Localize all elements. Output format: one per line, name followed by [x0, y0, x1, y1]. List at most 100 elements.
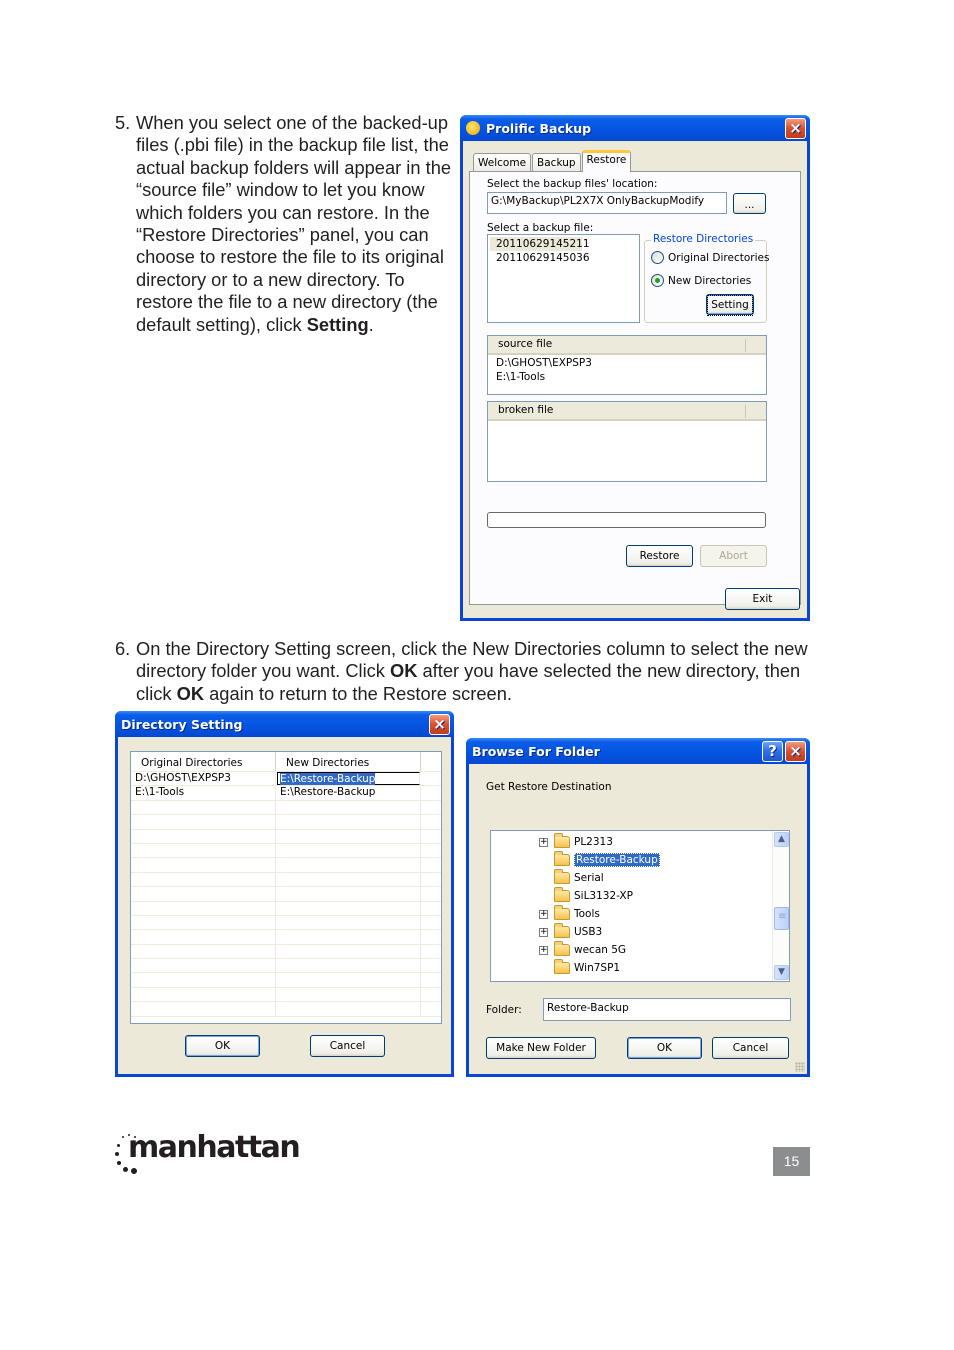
new-directory-cell[interactable] [276, 872, 421, 887]
cancel-button[interactable]: Cancel [712, 1037, 789, 1059]
grid-row[interactable] [131, 887, 441, 902]
broken-file-header[interactable]: broken file [488, 402, 766, 421]
new-directory-cell[interactable] [276, 930, 421, 944]
tree-folder-label[interactable]: Tools [574, 908, 600, 920]
help-icon[interactable]: ? [762, 741, 783, 762]
new-directory-cell[interactable] [276, 987, 421, 1002]
scroll-up-icon[interactable]: ▲ [774, 832, 789, 847]
new-directory-cell[interactable] [276, 1002, 421, 1016]
cancel-button[interactable]: Cancel [310, 1035, 385, 1057]
directory-grid[interactable]: Original Directories New Directories D:\… [130, 751, 442, 1024]
original-directory-cell[interactable] [131, 930, 276, 944]
grid-row[interactable] [131, 1002, 441, 1017]
tab-backup[interactable]: Backup [532, 153, 581, 172]
tree-folder-label[interactable]: Serial [574, 872, 604, 884]
close-icon[interactable]: × [429, 714, 450, 735]
folder-input[interactable]: Restore-Backup [543, 998, 791, 1021]
tree-folder-label[interactable]: Win7SP1 [574, 962, 620, 974]
original-directory-cell[interactable] [131, 858, 276, 872]
new-directory-cell[interactable] [276, 887, 421, 901]
original-directory-cell[interactable] [131, 829, 276, 843]
new-directory-cell[interactable] [276, 829, 421, 843]
location-input[interactable]: G:\MyBackup\PL2X7X OnlyBackupModify [487, 192, 727, 214]
browse-location-button[interactable]: ... [733, 193, 766, 214]
make-new-folder-button[interactable]: Make New Folder [486, 1037, 596, 1059]
close-icon[interactable]: × [785, 741, 806, 762]
grid-row[interactable] [131, 829, 441, 844]
original-directory-cell[interactable]: D:\GHOST\EXPSP3 [131, 772, 276, 786]
original-directory-cell[interactable] [131, 843, 276, 858]
ok-button[interactable]: OK [627, 1037, 702, 1059]
tree-folder-item[interactable]: + Tools [539, 905, 600, 923]
tree-folder-label[interactable]: PL2313 [574, 836, 613, 848]
close-icon[interactable]: × [785, 118, 806, 139]
grid-row[interactable] [131, 987, 441, 1003]
original-directory-cell[interactable] [131, 944, 276, 959]
backup-file-item[interactable]: 20110629145211 [490, 237, 590, 251]
source-file-row[interactable]: E:\1-Tools [488, 370, 766, 384]
original-directory-cell[interactable] [131, 973, 276, 987]
tree-folder-label[interactable]: Restore-Backup [574, 853, 660, 867]
column-new-directories[interactable]: New Directories [276, 752, 421, 771]
new-directory-cell[interactable] [276, 815, 421, 829]
new-directory-cell[interactable] [276, 858, 421, 872]
original-directory-cell[interactable] [131, 872, 276, 887]
expand-plus-icon[interactable]: + [539, 909, 548, 919]
grid-row[interactable]: E:\1-Tools E:\Restore-Backup [131, 786, 441, 801]
grid-row[interactable] [131, 959, 441, 974]
expand-plus-icon[interactable]: + [539, 945, 548, 955]
grid-row[interactable] [131, 930, 441, 945]
new-directory-cell[interactable]: E:\Restore-Backup [277, 772, 420, 786]
new-directory-cell[interactable] [276, 944, 421, 959]
tree-folder-item[interactable]: Serial [539, 869, 604, 887]
resize-grip-icon[interactable] [795, 1062, 805, 1072]
original-directory-cell[interactable] [131, 901, 276, 915]
grid-row[interactable] [131, 901, 441, 916]
source-file-row[interactable]: D:\GHOST\EXPSP3 [488, 355, 766, 370]
tree-folder-label[interactable]: SiL3132-XP [574, 890, 633, 902]
tab-welcome[interactable]: Welcome [473, 153, 532, 172]
scroll-down-icon[interactable]: ▼ [774, 965, 789, 980]
grid-row[interactable] [131, 915, 441, 931]
backup-file-list[interactable]: 20110629145211 20110629145036 [487, 234, 640, 323]
tree-folder-item[interactable]: + USB3 [539, 923, 602, 941]
tree-folder-label[interactable]: USB3 [574, 926, 602, 938]
new-directory-cell[interactable] [276, 915, 421, 930]
exit-button[interactable]: Exit [725, 588, 800, 610]
setting-button[interactable]: Setting [706, 294, 754, 316]
restore-button[interactable]: Restore [626, 545, 693, 567]
source-file-header[interactable]: source file [488, 336, 766, 355]
source-file-list[interactable]: source file D:\GHOST\EXPSP3 E:\1-Tools [487, 335, 767, 395]
grid-row[interactable] [131, 800, 441, 816]
new-directory-cell[interactable] [276, 973, 421, 987]
grid-row[interactable] [131, 973, 441, 988]
original-directory-cell[interactable] [131, 915, 276, 930]
broken-file-list[interactable]: broken file [487, 401, 767, 482]
new-directory-cell[interactable] [276, 800, 421, 815]
original-directory-cell[interactable] [131, 959, 276, 973]
original-directories-radio[interactable]: Original Directories [651, 251, 769, 264]
tree-folder-item[interactable]: Restore-Backup [539, 851, 660, 869]
grid-row[interactable] [131, 843, 441, 859]
original-directory-cell[interactable] [131, 800, 276, 815]
expand-plus-icon[interactable]: + [539, 837, 548, 847]
new-directory-cell[interactable] [276, 901, 421, 915]
new-directories-radio[interactable]: New Directories [651, 274, 751, 287]
scroll-thumb[interactable] [774, 907, 789, 930]
tree-folder-item[interactable]: SiL3132-XP [539, 887, 633, 905]
grid-row[interactable] [131, 858, 441, 873]
grid-row[interactable] [131, 944, 441, 960]
tree-folder-item[interactable]: Win7SP1 [539, 959, 620, 977]
new-directory-edit-text[interactable]: E:\Restore-Backup [280, 773, 376, 785]
original-directory-cell[interactable] [131, 1002, 276, 1016]
original-directory-cell[interactable]: E:\1-Tools [131, 786, 276, 800]
new-directory-cell[interactable] [276, 843, 421, 858]
tree-folder-label[interactable]: wecan 5G [574, 944, 626, 956]
folder-tree[interactable]: + PL2313 Restore-Backup Serial SiL3132-XP + To… [490, 830, 790, 982]
tree-scrollbar[interactable]: ▲ ▼ [772, 831, 789, 981]
ok-button[interactable]: OK [185, 1035, 260, 1057]
original-directory-cell[interactable] [131, 815, 276, 829]
tree-folder-item[interactable]: + PL2313 [539, 833, 613, 851]
grid-row[interactable]: D:\GHOST\EXPSP3 E:\Restore-Backup [131, 772, 441, 787]
new-directory-cell[interactable] [276, 959, 421, 973]
